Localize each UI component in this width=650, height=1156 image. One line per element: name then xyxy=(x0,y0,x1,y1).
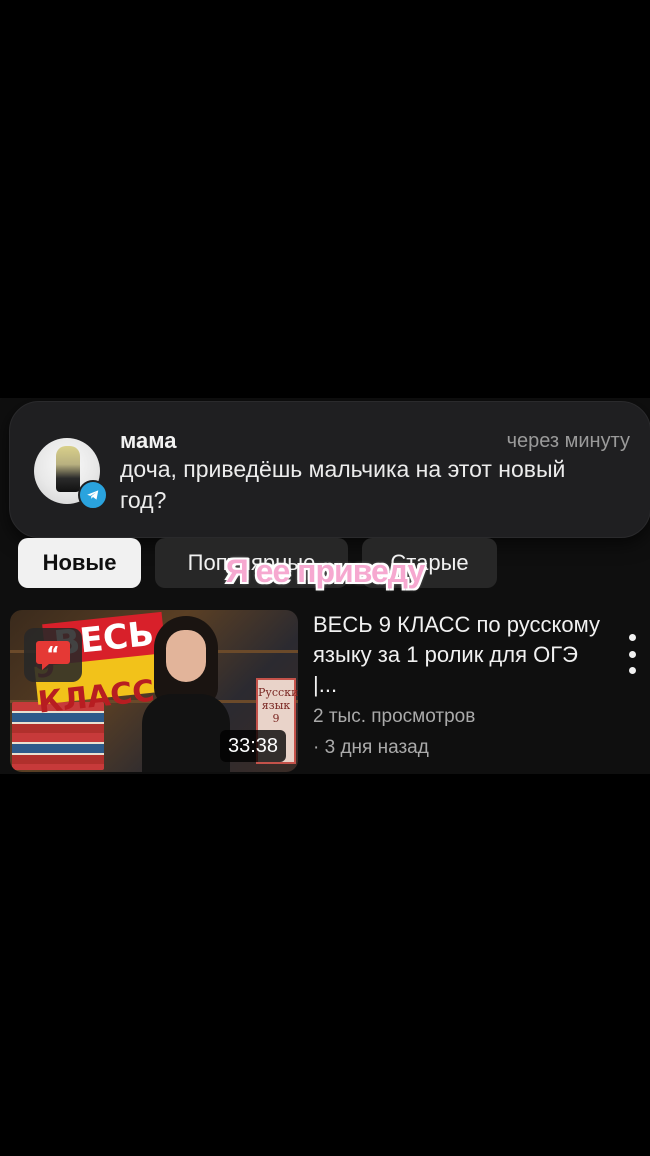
notification-sender: мама xyxy=(120,428,177,453)
notification-message: доча, приведёшь мальчика на этот новый г… xyxy=(120,456,566,513)
person-body xyxy=(142,694,230,772)
video-date: · 3 дня назад xyxy=(313,737,429,758)
quote-bubble-icon[interactable]: “ xyxy=(24,628,82,682)
telegram-notification[interactable]: мама через минуту доча, приведёшь мальчи… xyxy=(9,401,650,538)
video-duration: 33:38 xyxy=(220,730,287,762)
avatar-figure xyxy=(56,446,80,492)
svg-text:“: “ xyxy=(46,642,59,666)
video-views: 2 тыс. просмотров xyxy=(313,706,476,727)
telegram-icon xyxy=(78,480,108,510)
notification-time: через минуту xyxy=(506,430,630,452)
person-face xyxy=(166,630,206,682)
video-title[interactable]: ВЕСЬ 9 КЛАСС по русскому языку за 1 роли… xyxy=(313,610,603,700)
overlay-caption: Я ее приведу xyxy=(225,553,425,589)
kebab-menu-icon[interactable] xyxy=(620,634,644,674)
